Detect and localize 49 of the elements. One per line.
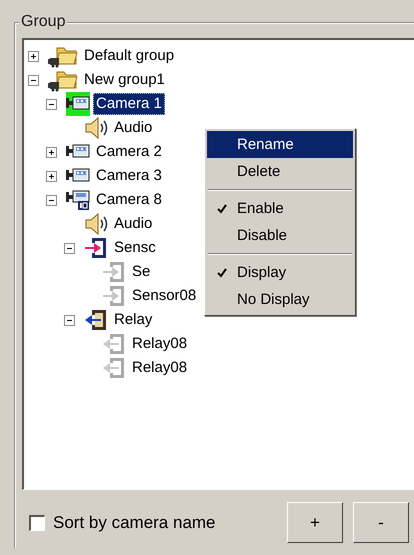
tree-item[interactable]: Camera 3 xyxy=(93,165,165,187)
tree-item[interactable]: Camera 8 xyxy=(93,189,165,211)
tree-item[interactable]: Relay xyxy=(111,309,156,331)
expand-icon[interactable] xyxy=(46,170,57,182)
expand-icon[interactable] xyxy=(46,146,57,158)
tree-item[interactable]: Camera 1 xyxy=(93,93,165,115)
tree-item[interactable]: Se xyxy=(129,261,154,283)
menu-item-label: Display xyxy=(237,264,286,281)
group-title: Group xyxy=(19,12,68,32)
tree-item[interactable]: Sensc xyxy=(111,237,159,259)
menu-item[interactable]: No Display xyxy=(207,286,353,313)
menu-item-label: Delete xyxy=(237,163,280,180)
speaker-icon xyxy=(84,212,108,236)
speaker-icon xyxy=(84,116,108,140)
output-arrow-icon xyxy=(102,356,126,380)
expand-icon[interactable] xyxy=(28,50,39,62)
checkbox[interactable] xyxy=(29,514,45,530)
checkbox-label: Sort by camera name xyxy=(53,512,216,532)
output-arrow-icon xyxy=(102,332,126,356)
ip-camera-icon xyxy=(66,188,90,212)
input-arrow-icon xyxy=(84,236,108,260)
push-button[interactable]: + xyxy=(287,502,343,543)
output-arrow-icon xyxy=(84,308,108,332)
collapse-icon[interactable] xyxy=(28,74,39,86)
menu-item[interactable]: Delete xyxy=(207,158,353,185)
tree-item[interactable]: Camera 2 xyxy=(93,141,165,163)
collapse-icon[interactable] xyxy=(64,242,75,254)
collapse-icon[interactable] xyxy=(64,314,75,326)
menu-item[interactable]: Rename xyxy=(207,131,353,158)
tree-item[interactable]: Audio xyxy=(111,213,156,235)
tree-item[interactable]: New group1 xyxy=(81,69,168,91)
menu-item-label: No Display xyxy=(237,291,310,308)
tree-item[interactable]: Audio xyxy=(111,117,156,139)
tree-item[interactable]: Sensor08 xyxy=(129,285,200,307)
input-arrow-icon xyxy=(102,260,126,284)
push-button[interactable]: - xyxy=(353,502,409,543)
input-arrow-icon xyxy=(102,284,126,308)
camera-icon xyxy=(66,92,90,116)
collapse-icon[interactable] xyxy=(46,98,57,110)
tree-item[interactable]: Default group xyxy=(81,45,178,67)
menu-item[interactable]: Enable xyxy=(207,195,353,222)
menu-item[interactable]: Disable xyxy=(207,222,353,249)
tree-item[interactable]: Relay08 xyxy=(129,333,190,355)
tree-item[interactable]: Relay08 xyxy=(129,357,190,379)
menu-item-label: Enable xyxy=(237,200,284,217)
menu-item[interactable]: Display xyxy=(207,259,353,286)
menu-item-label: Rename xyxy=(237,136,294,153)
collapse-icon[interactable] xyxy=(46,194,57,206)
menu-item-label: Disable xyxy=(237,227,288,244)
